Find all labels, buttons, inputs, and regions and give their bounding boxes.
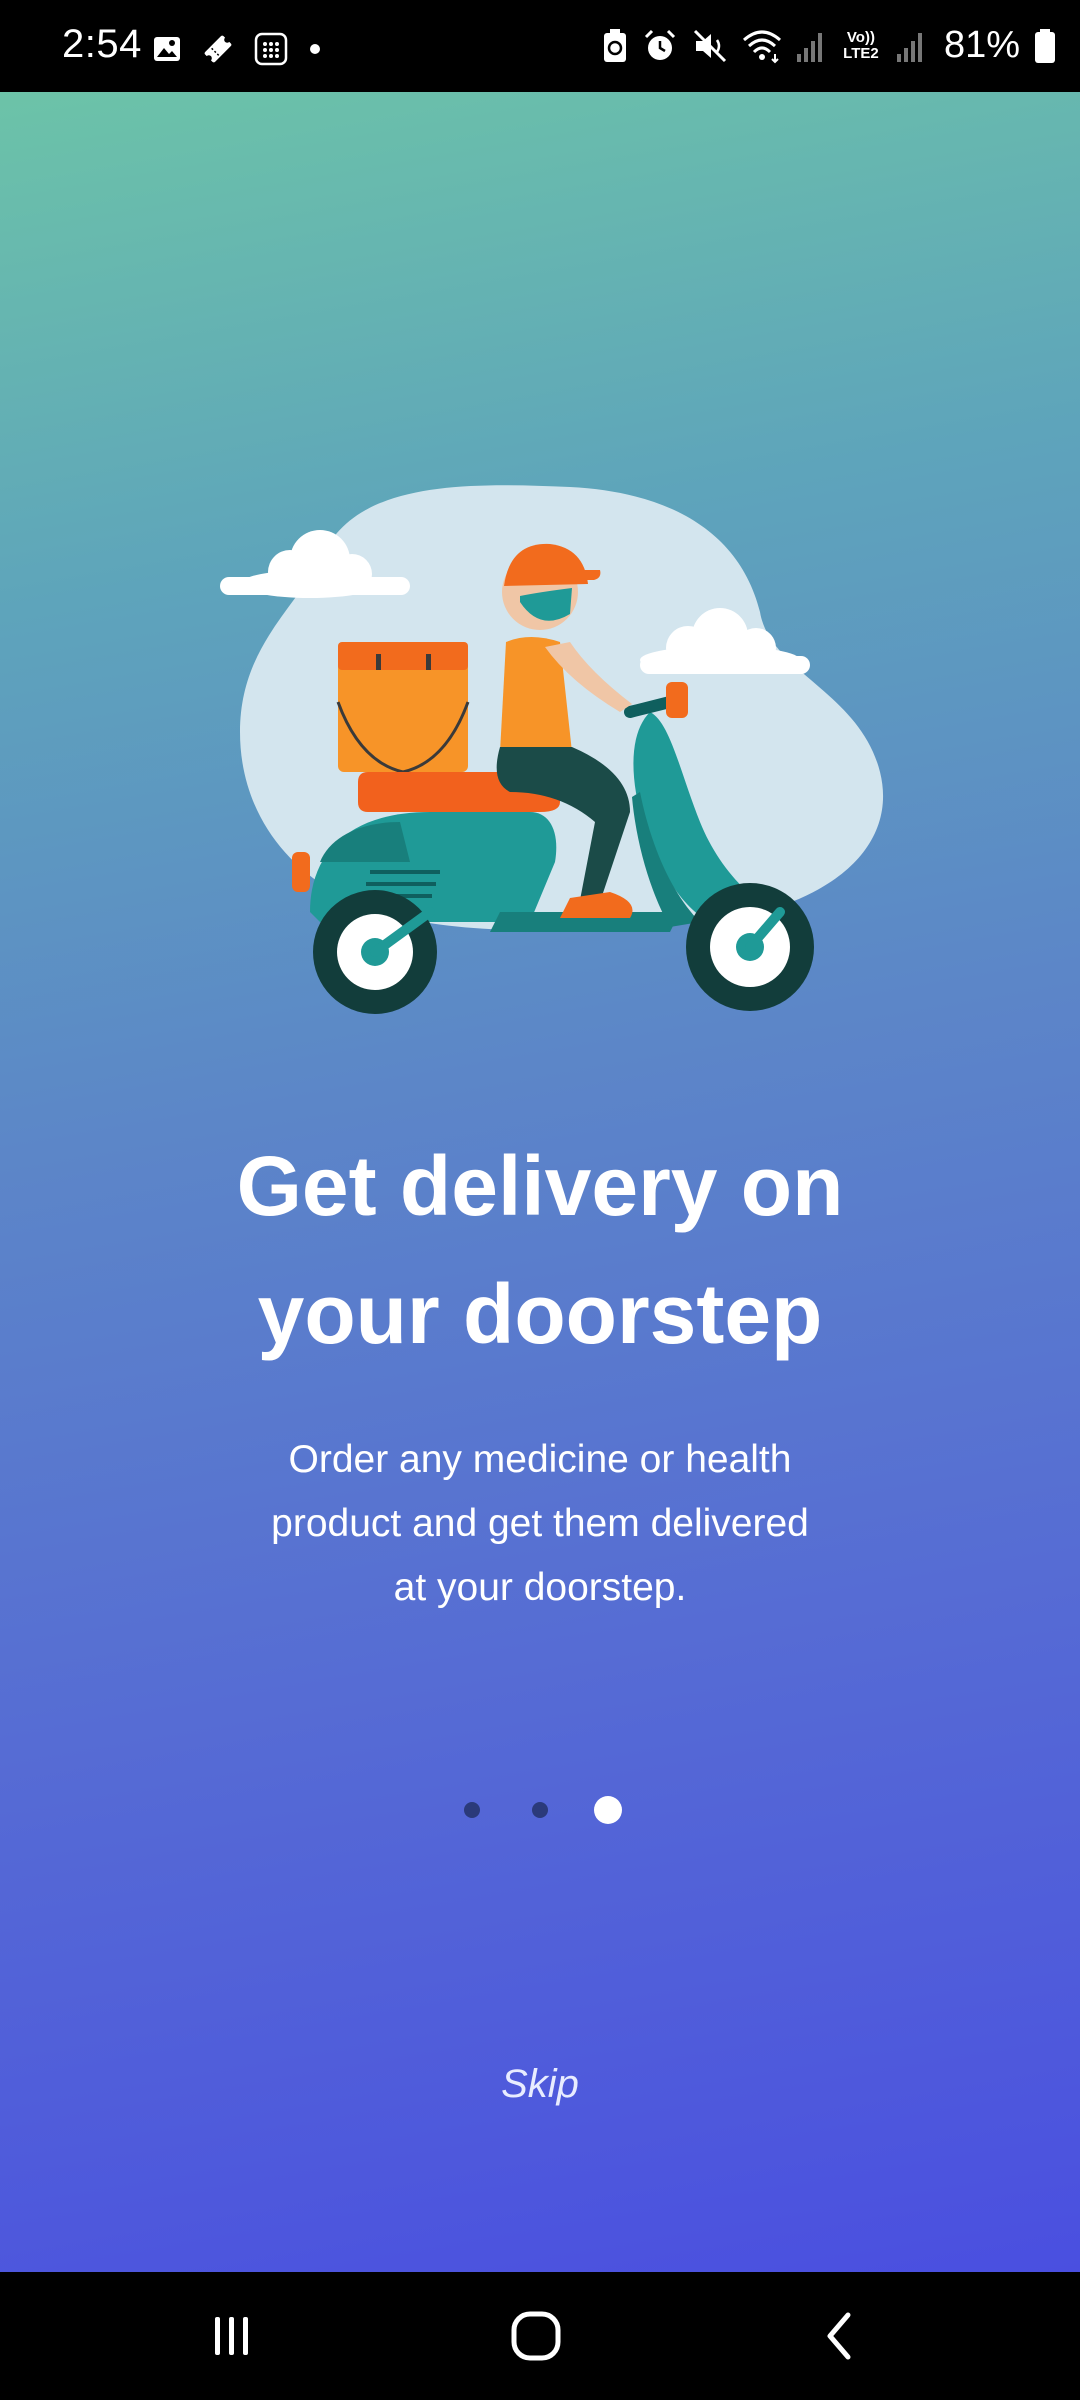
ticket-icon xyxy=(204,35,232,63)
notification-icons xyxy=(152,32,322,66)
signal-icon xyxy=(796,32,822,62)
calculator-icon xyxy=(254,32,288,66)
home-icon xyxy=(511,2311,561,2361)
recents-button[interactable] xyxy=(192,2306,272,2366)
back-icon xyxy=(827,2312,851,2360)
onboarding-screen: Get delivery on your doorstep Order any … xyxy=(0,92,1080,2272)
battery-icon xyxy=(1035,28,1055,63)
battery-percent: 81% xyxy=(943,24,1020,66)
page-dot-1[interactable] xyxy=(464,1802,480,1818)
volte-icon: Vo)) LTE2 xyxy=(840,28,882,62)
recents-icon xyxy=(215,2317,248,2355)
page-indicator xyxy=(0,1792,1080,1832)
signal-icon xyxy=(896,32,922,62)
volte-label: Vo)) LTE2 xyxy=(843,28,879,62)
delivery-scooter-illustration xyxy=(220,485,884,1014)
home-button[interactable] xyxy=(496,2306,576,2366)
dot-icon xyxy=(310,44,320,54)
page-dot-3-active[interactable] xyxy=(594,1796,622,1824)
description-line-3: at your doorstep. xyxy=(393,1566,687,1609)
gallery-icon xyxy=(154,37,180,61)
description-line-2: product and get them delivered xyxy=(271,1502,809,1545)
description-line-1: Order any medicine or health xyxy=(288,1438,792,1481)
page-dot-2[interactable] xyxy=(532,1802,548,1818)
status-bar: 2:54 Vo)) LTE2 81% xyxy=(0,0,1080,92)
battery-saver-icon xyxy=(603,28,626,62)
headline-line-1: Get delivery on xyxy=(236,1139,844,1233)
wifi-icon xyxy=(742,30,781,63)
system-icons: Vo)) LTE2 81% xyxy=(602,24,1056,67)
mute-icon xyxy=(693,29,726,62)
onboarding-headline: Get delivery on your doorstep xyxy=(0,1122,1080,1378)
headline-line-2: your doorstep xyxy=(257,1267,823,1361)
onboarding-description: Order any medicine or health product and… xyxy=(220,1428,860,1620)
navigation-bar xyxy=(0,2272,1080,2400)
skip-button[interactable]: Skip xyxy=(0,2062,1080,2107)
back-button[interactable] xyxy=(800,2306,880,2366)
status-time: 2:54 xyxy=(62,22,142,66)
alarm-icon xyxy=(644,29,675,60)
